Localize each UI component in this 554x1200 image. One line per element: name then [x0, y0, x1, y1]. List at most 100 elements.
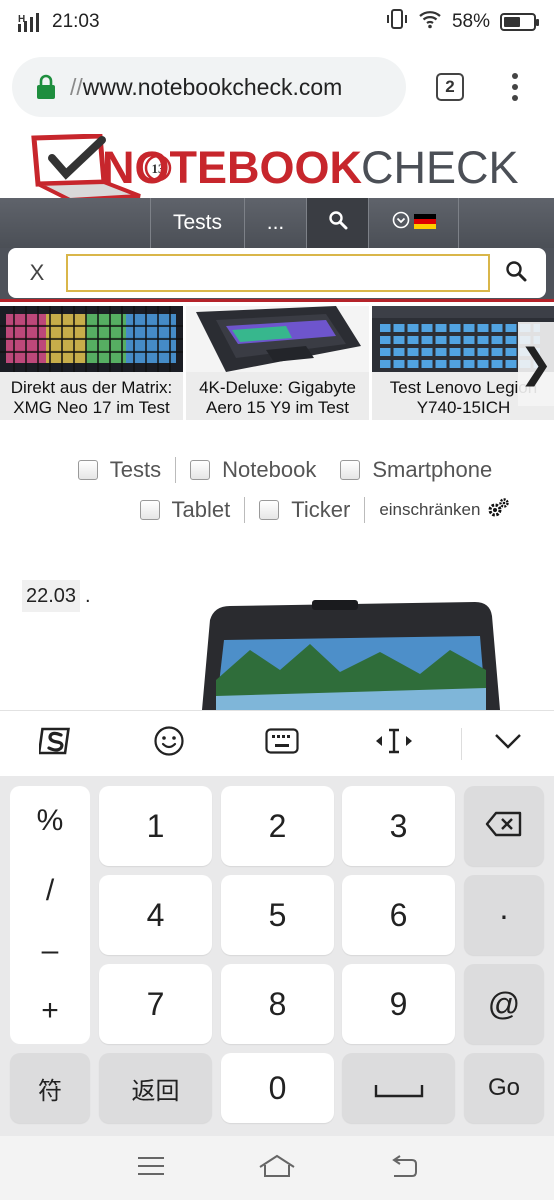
home-icon[interactable] — [257, 1153, 297, 1184]
key-9[interactable]: 9 — [342, 964, 455, 1044]
overflow-menu-button[interactable] — [512, 73, 518, 101]
nav-language-selector[interactable] — [368, 198, 458, 248]
key-6[interactable]: 6 — [342, 875, 455, 955]
keyboard-icon — [265, 728, 299, 759]
vibrate-icon — [386, 8, 408, 36]
checkbox-tablet[interactable] — [139, 500, 160, 520]
article-date: 22.03 — [22, 580, 81, 612]
system-nav-bar — [0, 1136, 554, 1200]
go-key[interactable]: Go — [464, 1053, 544, 1123]
url-host: www.notebookcheck.com — [82, 73, 343, 100]
search-close-button[interactable]: X — [8, 260, 66, 286]
smiley-icon — [153, 725, 185, 762]
keyboard-switch-button[interactable] — [225, 728, 338, 759]
key-8[interactable]: 8 — [221, 964, 334, 1044]
cursor-control-button[interactable] — [338, 727, 451, 760]
key-0[interactable]: 0 — [221, 1053, 334, 1123]
nav-search-button[interactable] — [306, 198, 368, 248]
address-bar[interactable]: // www.notebookcheck.com — [12, 57, 406, 117]
lock-icon — [36, 74, 56, 100]
search-icon — [504, 259, 528, 288]
text-cursor-icon — [374, 727, 414, 760]
numeric-keyboard: % / – + 1 2 3 4 5 6 · 7 8 9 @ 符 返回 0 Go — [0, 776, 554, 1136]
article-laptop-image[interactable] — [190, 600, 500, 710]
search-bar: X — [0, 248, 554, 302]
carousel-next-button[interactable]: ❯ — [518, 322, 554, 406]
symbols-key[interactable]: 符 — [10, 1053, 90, 1123]
key-plus[interactable]: + — [10, 994, 90, 1028]
carousel-caption-line2: XMG Neo 17 im Test — [13, 398, 170, 417]
hide-keyboard-button[interactable] — [462, 732, 554, 755]
space-key[interactable] — [342, 1053, 455, 1123]
browser-toolbar: // www.notebookcheck.com 2 — [0, 44, 554, 130]
emoji-button[interactable] — [113, 725, 226, 762]
article-date-suffix: . — [85, 585, 91, 607]
signal-icon: H — [18, 12, 44, 32]
key-4[interactable]: 4 — [99, 875, 212, 955]
symbol-column[interactable]: % / – + — [10, 786, 90, 1044]
checkbox-notebook[interactable] — [190, 460, 211, 480]
battery-percent: 58% — [451, 11, 490, 32]
filter-tablet[interactable]: Tablet — [124, 497, 230, 523]
screen: H 21:03 58% // www.notebookcheck.com 2 1… — [0, 0, 554, 1200]
restrict-label: einschränken — [379, 500, 481, 519]
carousel-caption-line1: 4K-Deluxe: Gigabyte — [199, 378, 356, 397]
key-minus[interactable]: – — [10, 934, 90, 968]
checkbox-tests[interactable] — [77, 460, 98, 480]
status-bar: H 21:03 58% — [0, 0, 554, 44]
search-input[interactable] — [66, 254, 490, 292]
logo-text-dark: CHECK — [361, 142, 519, 193]
search-icon — [328, 210, 348, 236]
logo-text-red: NOTEBOOK — [102, 142, 363, 193]
carousel-item[interactable]: Direkt aus der Matrix: XMG Neo 17 im Test — [0, 306, 183, 420]
filter-ticker-label: Ticker — [291, 497, 351, 522]
restrict-filter-link[interactable]: einschränken — [379, 497, 510, 524]
key-slash[interactable]: / — [10, 874, 90, 908]
backspace-icon — [485, 808, 523, 845]
wifi-icon — [418, 9, 442, 35]
nav-spacer-right — [458, 198, 554, 248]
menu-icon[interactable] — [136, 1154, 166, 1183]
divider — [364, 497, 366, 523]
backspace-key[interactable] — [464, 786, 544, 866]
clock: 21:03 — [52, 11, 100, 32]
key-5[interactable]: 5 — [221, 875, 334, 955]
checkbox-ticker[interactable] — [259, 500, 280, 520]
laptop-image — [186, 306, 369, 372]
key-1[interactable]: 1 — [99, 786, 212, 866]
back-icon[interactable] — [388, 1154, 418, 1183]
search-submit-button[interactable] — [490, 259, 542, 288]
category-filters: Tests Notebook Smartphone Tablet Ticker … — [0, 450, 554, 530]
site-nav: Tests ... — [0, 198, 554, 248]
carousel-caption-line1: Direkt aus der Matrix: — [10, 378, 173, 397]
key-at[interactable]: @ — [464, 964, 544, 1044]
filter-tests[interactable]: Tests — [62, 457, 161, 483]
keyboard-toolbar — [0, 710, 554, 776]
filter-smartphone[interactable]: Smartphone — [316, 457, 492, 483]
carousel-item[interactable]: 4K-Deluxe: Gigabyte Aero 15 Y9 im Test — [186, 306, 369, 420]
sogou-logo-icon — [37, 725, 73, 762]
gears-icon — [486, 497, 510, 524]
tab-switcher-button[interactable]: 2 — [436, 73, 464, 101]
filter-notebook-label: Notebook — [222, 457, 317, 482]
key-dot[interactable]: · — [464, 875, 544, 955]
key-percent[interactable]: % — [10, 804, 90, 838]
nav-tests[interactable]: Tests — [150, 198, 244, 248]
url-scheme: // — [70, 73, 83, 100]
back-key[interactable]: 返回 — [99, 1053, 212, 1123]
key-2[interactable]: 2 — [221, 786, 334, 866]
space-icon — [374, 1070, 424, 1107]
ime-logo-button[interactable] — [0, 725, 113, 762]
filter-ticker[interactable]: Ticker — [259, 497, 350, 523]
german-flag-icon — [413, 211, 436, 235]
carousel-caption-line2: Aero 15 Y9 im Test — [205, 398, 349, 417]
key-3[interactable]: 3 — [342, 786, 455, 866]
site-logo[interactable]: 13 NOTEBOOK CHECK — [30, 133, 530, 204]
filter-notebook[interactable]: Notebook — [190, 457, 316, 483]
checkbox-smartphone[interactable] — [340, 460, 361, 480]
nav-more[interactable]: ... — [244, 198, 306, 248]
key-7[interactable]: 7 — [99, 964, 212, 1044]
filter-smartphone-label: Smartphone — [372, 457, 493, 482]
chevron-down-circle-icon — [392, 211, 410, 235]
filter-tests-label: Tests — [109, 457, 162, 482]
